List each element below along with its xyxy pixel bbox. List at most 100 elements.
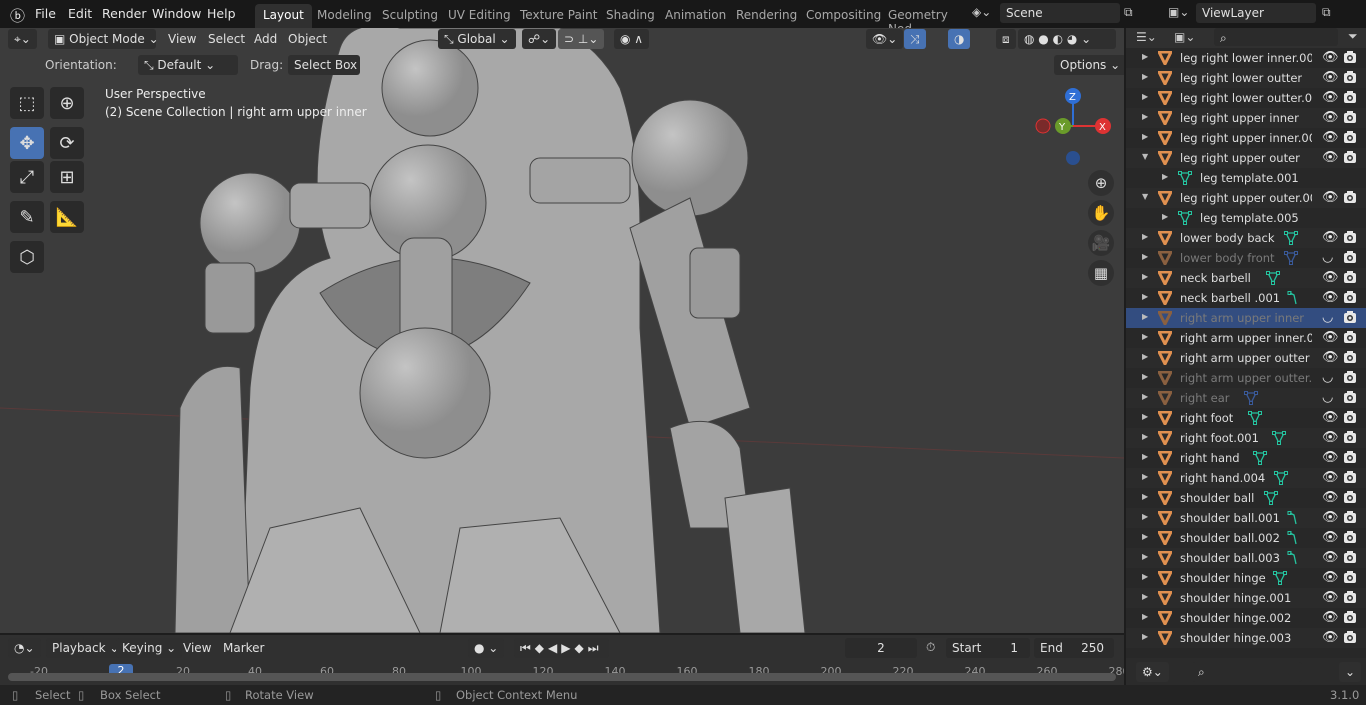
expand-right-icon[interactable]: ▶ xyxy=(1142,612,1148,621)
tab-animation[interactable]: Animation xyxy=(657,4,734,28)
outliner-row[interactable]: ▶ leg right upper inner.00 👁 xyxy=(1126,128,1366,148)
camera-render-icon[interactable] xyxy=(1343,50,1357,64)
eye-icon[interactable]: 👁 xyxy=(1322,610,1339,625)
outliner-item-name[interactable]: leg template.005 xyxy=(1200,211,1299,225)
tab-geometry-nodes[interactable]: Geometry Nod xyxy=(880,4,964,28)
annotate-tool[interactable]: ✎ xyxy=(10,201,44,233)
mesh-data-icon[interactable] xyxy=(1266,271,1280,285)
outliner-item-name[interactable]: leg right upper inner xyxy=(1180,111,1299,125)
expand-right-icon[interactable]: ▶ xyxy=(1142,252,1148,261)
outliner-item-name[interactable]: leg right lower outter xyxy=(1180,71,1302,85)
outliner-row[interactable]: ▶ leg template.001 xyxy=(1126,168,1366,188)
outliner-item-name[interactable]: shoulder hinge.003 xyxy=(1180,631,1291,645)
camera-render-icon[interactable] xyxy=(1343,230,1357,244)
tab-compositing[interactable]: Compositing xyxy=(798,4,889,28)
shading-modes[interactable]: ◍ ● ◐ ◕ ⌄ xyxy=(1018,29,1116,49)
eye-icon[interactable]: 👁 xyxy=(1322,330,1339,345)
xray-icon[interactable]: ⧈ xyxy=(996,29,1016,49)
gizmo-toggle-icon[interactable]: ⤨ xyxy=(904,29,926,49)
camera-render-icon[interactable] xyxy=(1343,350,1357,364)
outliner-row[interactable]: ▶ leg right lower inner.00 👁 xyxy=(1126,48,1366,68)
menu-edit[interactable]: Edit xyxy=(68,6,92,21)
vertex-group-icon[interactable] xyxy=(1286,291,1300,305)
properties-options-icon[interactable]: ⌄ xyxy=(1339,662,1362,682)
camera-render-icon[interactable] xyxy=(1343,630,1357,644)
drag-dropdown[interactable]: Select Box xyxy=(288,55,360,75)
mesh-data-icon[interactable] xyxy=(1244,391,1258,405)
outliner-row[interactable]: ▶ leg right upper inner 👁 xyxy=(1126,108,1366,128)
outliner-row[interactable]: ▼ leg right upper outer.00 👁 xyxy=(1126,188,1366,208)
eye-icon[interactable]: 👁 xyxy=(1322,510,1339,525)
eye-icon[interactable]: 👁 xyxy=(1322,50,1339,65)
outliner-item-name[interactable]: neck barbell xyxy=(1180,271,1251,285)
outliner-row[interactable]: ▶ shoulder ball.002 👁 xyxy=(1126,528,1366,548)
expand-right-icon[interactable]: ▶ xyxy=(1142,132,1148,141)
cursor-tool[interactable]: ⊕ xyxy=(50,87,84,119)
expand-right-icon[interactable]: ▶ xyxy=(1142,492,1148,501)
camera-render-icon[interactable] xyxy=(1343,590,1357,604)
outliner-item-name[interactable]: shoulder ball.003 xyxy=(1180,551,1280,565)
vertex-group-icon[interactable] xyxy=(1286,551,1300,565)
outliner-item-name[interactable]: shoulder ball xyxy=(1180,491,1254,505)
eye-icon[interactable]: 👁 xyxy=(1322,630,1339,645)
transform-tool[interactable]: ⊞ xyxy=(50,161,84,193)
visibility-icon[interactable]: 👁⌄ xyxy=(866,29,904,49)
scale-tool[interactable]: ⤢ xyxy=(10,161,44,193)
outliner-row[interactable]: ▶ shoulder hinge.002 👁 xyxy=(1126,608,1366,628)
outliner-row[interactable]: ▶ lower body back 👁 xyxy=(1126,228,1366,248)
eye-closed-icon[interactable]: ◡ xyxy=(1322,390,1333,405)
mesh-data-icon[interactable] xyxy=(1284,251,1298,265)
outliner-item-name[interactable]: leg right upper outer.00 xyxy=(1180,191,1312,205)
vertex-group-icon[interactable] xyxy=(1286,531,1300,545)
expand-right-icon[interactable]: ▶ xyxy=(1142,312,1148,321)
expand-right-icon[interactable]: ▶ xyxy=(1162,172,1168,181)
outliner-row[interactable]: ▶ lower body front ◡ xyxy=(1126,248,1366,268)
outliner-item-name[interactable]: neck barbell .001 xyxy=(1180,291,1280,305)
camera-render-icon[interactable] xyxy=(1343,390,1357,404)
camera-render-icon[interactable] xyxy=(1343,190,1357,204)
expand-down-icon[interactable]: ▼ xyxy=(1142,152,1148,161)
rotate-tool[interactable]: ⟳ xyxy=(50,127,84,159)
zoom-icon[interactable]: ⊕ xyxy=(1088,170,1114,196)
menu-render[interactable]: Render xyxy=(102,6,147,21)
expand-right-icon[interactable]: ▶ xyxy=(1142,72,1148,81)
properties-search-input[interactable]: ⌕ xyxy=(1192,662,1302,682)
eye-icon[interactable]: 👁 xyxy=(1322,490,1339,505)
camera-render-icon[interactable] xyxy=(1343,130,1357,144)
mesh-data-icon[interactable] xyxy=(1284,231,1298,245)
editor-type-button[interactable]: ⌖⌄ xyxy=(8,29,37,49)
outliner-row[interactable]: ▶ right ear ◡ xyxy=(1126,388,1366,408)
expand-right-icon[interactable]: ▶ xyxy=(1142,632,1148,641)
expand-right-icon[interactable]: ▶ xyxy=(1162,212,1168,221)
view-layer-field[interactable]: ViewLayer xyxy=(1196,3,1316,23)
properties-editor-type-icon[interactable]: ⚙⌄ xyxy=(1136,662,1169,682)
measure-tool[interactable]: 📐 xyxy=(50,201,84,233)
mesh-data-icon[interactable] xyxy=(1272,431,1286,445)
eye-icon[interactable]: 👁 xyxy=(1322,270,1339,285)
expand-right-icon[interactable]: ▶ xyxy=(1142,592,1148,601)
outliner-item-name[interactable]: lower body front xyxy=(1180,251,1275,265)
pan-hand-icon[interactable]: ✋ xyxy=(1088,200,1114,226)
outliner-item-name[interactable]: right arm upper outter xyxy=(1180,351,1310,365)
tab-sculpting[interactable]: Sculpting xyxy=(374,4,446,28)
tab-texture-paint[interactable]: Texture Paint xyxy=(512,4,605,28)
camera-render-icon[interactable] xyxy=(1343,490,1357,504)
eye-icon[interactable]: 👁 xyxy=(1322,130,1339,145)
menu-window[interactable]: Window xyxy=(152,6,201,21)
camera-render-icon[interactable] xyxy=(1343,70,1357,84)
expand-right-icon[interactable]: ▶ xyxy=(1142,332,1148,341)
expand-right-icon[interactable]: ▶ xyxy=(1142,512,1148,521)
expand-right-icon[interactable]: ▶ xyxy=(1142,52,1148,61)
eye-icon[interactable]: 👁 xyxy=(1322,590,1339,605)
timeline-scrollbar[interactable] xyxy=(8,673,1116,681)
tab-modeling[interactable]: Modeling xyxy=(309,4,380,28)
outliner-row[interactable]: ▶ right arm upper inner.0(👁 xyxy=(1126,328,1366,348)
expand-right-icon[interactable]: ▶ xyxy=(1142,372,1148,381)
outliner-item-name[interactable]: right hand xyxy=(1180,451,1240,465)
vertex-group-icon[interactable] xyxy=(1286,511,1300,525)
outliner-row[interactable]: ▶ leg right lower outter.0(👁 xyxy=(1126,88,1366,108)
outliner-item-name[interactable]: shoulder hinge.002 xyxy=(1180,611,1291,625)
expand-right-icon[interactable]: ▶ xyxy=(1142,532,1148,541)
mesh-data-icon[interactable] xyxy=(1264,491,1278,505)
tab-layout[interactable]: Layout xyxy=(255,4,312,28)
